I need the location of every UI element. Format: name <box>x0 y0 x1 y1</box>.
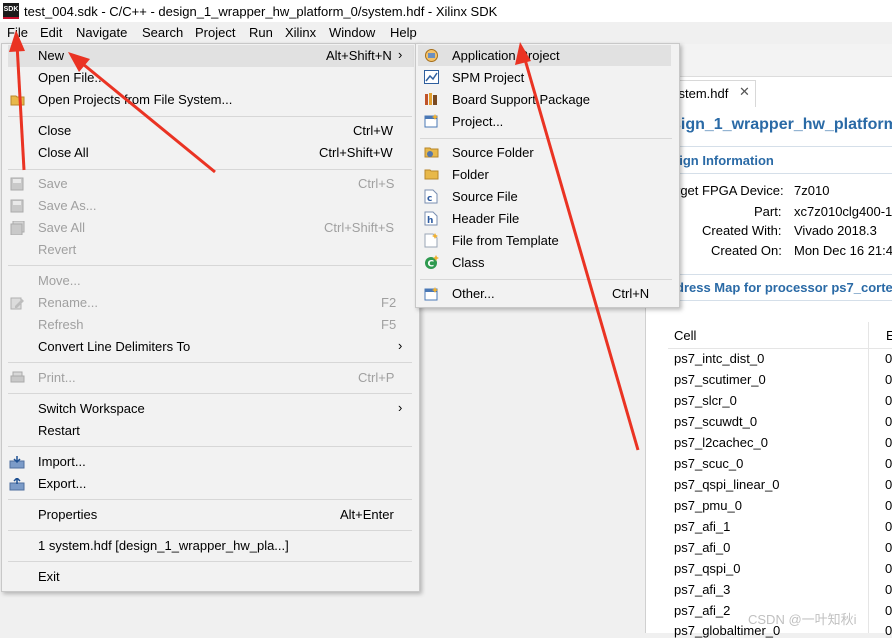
red-arrow-to-file <box>15 43 26 171</box>
red-arrow-to-application-project <box>522 55 640 451</box>
watermark: CSDN @一叶知秋i <box>748 612 857 627</box>
red-arrowhead-application-project <box>515 42 531 65</box>
red-arrowhead-file <box>9 30 25 52</box>
red-arrow-to-new <box>77 58 216 174</box>
annotation-arrows <box>9 30 640 451</box>
